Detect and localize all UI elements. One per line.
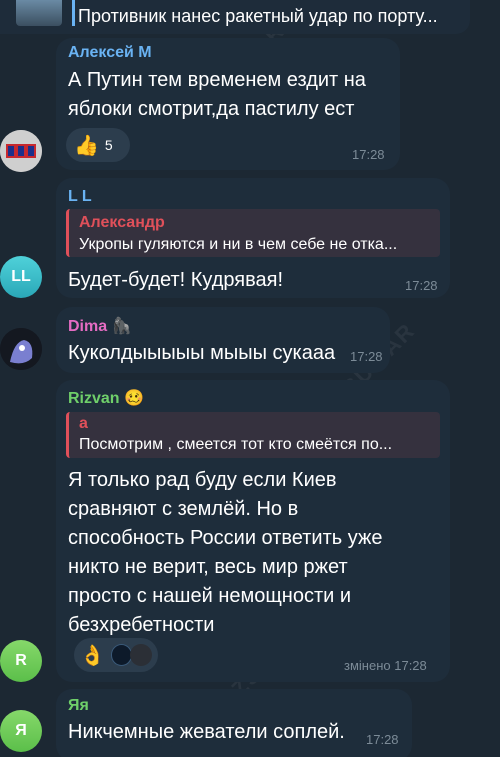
avatar-image-icon — [0, 328, 42, 370]
avatar[interactable] — [0, 328, 42, 370]
quoted-reply[interactable]: Александр Укропы гуляются и ни в чем себ… — [66, 209, 440, 257]
woozy-face-icon: 🥴 — [124, 390, 144, 407]
message-time: 17:28 — [405, 278, 438, 293]
message-bubble[interactable]: Алексей М А Путин тем временем ездит на … — [56, 38, 400, 170]
message-time: 17:28 — [352, 147, 385, 162]
avatar[interactable]: R — [0, 640, 42, 682]
sender-name[interactable]: Rizvan 🥴 — [68, 388, 144, 408]
message-bubble[interactable]: L L Александр Укропы гуляются и ни в чем… — [56, 178, 450, 298]
avatar[interactable]: Я — [0, 710, 42, 752]
pinned-reply-bubble[interactable]: Противник нанес ракетный удар по порту..… — [0, 0, 470, 34]
pinned-thumbnail — [16, 0, 62, 26]
message-time: 17:28 — [366, 732, 399, 747]
reply-text: Посмотрим , смеется тот кто смеётся по..… — [79, 436, 393, 453]
thumbs-up-icon: 👍 — [74, 134, 99, 157]
gorilla-icon: 🦍 — [111, 318, 132, 335]
message-text: Будет-будет! Кудрявая! — [68, 269, 284, 291]
message-time: 17:28 — [350, 349, 383, 364]
reactor-avatar — [130, 644, 152, 666]
message-time: змінено 17:28 — [344, 658, 427, 673]
message-text: Куколдыыыыы мыыы сукааа — [68, 342, 336, 364]
reaction-chip[interactable]: 👌 — [74, 638, 158, 672]
pinned-text: Противник нанес ракетный удар по порту..… — [78, 6, 438, 26]
reaction-chip[interactable]: 👍 5 — [66, 128, 130, 162]
message-bubble[interactable]: Rizvan 🥴 a Посмотрим , смеется тот кто с… — [56, 380, 450, 682]
message-text: А Путин тем временем ездит на яблоки смо… — [68, 69, 366, 120]
sender-name[interactable]: Dima 🦍 — [68, 316, 132, 336]
reply-text: Укропы гуляются и ни в чем себе не отка.… — [79, 236, 398, 253]
reactor-avatar — [110, 644, 133, 666]
reply-author: Александр — [79, 214, 165, 231]
edited-label: змінено — [344, 658, 391, 673]
quoted-reply[interactable]: a Посмотрим , смеется тот кто смеётся по… — [66, 412, 440, 458]
avatar-image-icon — [0, 130, 42, 172]
avatar[interactable] — [0, 130, 42, 172]
sender-name[interactable]: Алексей М — [68, 44, 152, 62]
message-bubble[interactable]: Dima 🦍 Куколдыыыыы мыыы сукааа 17:28 — [56, 307, 390, 373]
reaction-count: 5 — [104, 137, 113, 153]
avatar[interactable]: LL — [0, 256, 42, 298]
message-text: Никчемные жеватели соплей. — [68, 721, 345, 743]
ok-hand-icon: 👌 — [80, 644, 105, 667]
reply-author: a — [79, 415, 88, 432]
sender-name[interactable]: Яя — [68, 697, 89, 715]
sender-name[interactable]: L L — [68, 188, 92, 206]
message-bubble[interactable]: Яя Никчемные жеватели соплей. 17:28 — [56, 689, 412, 757]
message-text: Я только рад буду если Киев сравняют с з… — [68, 469, 383, 636]
pinned-accent-bar — [72, 0, 75, 26]
